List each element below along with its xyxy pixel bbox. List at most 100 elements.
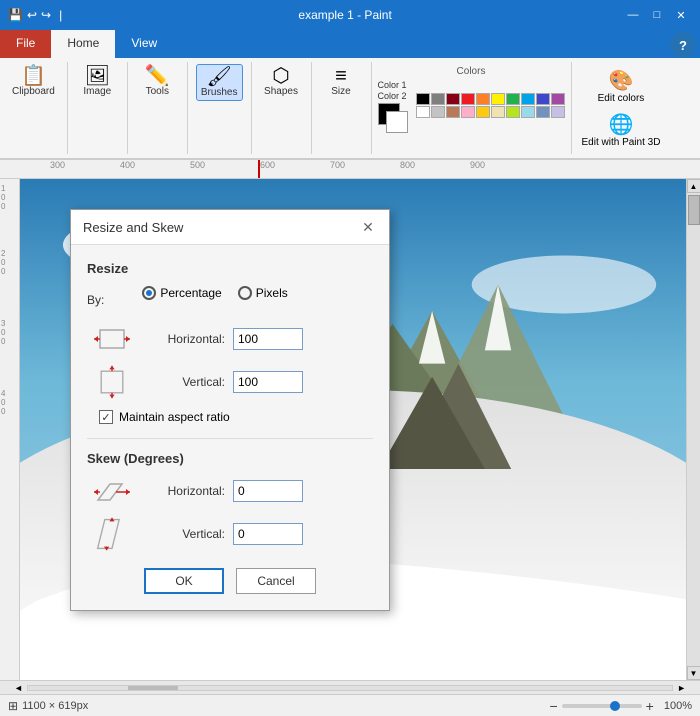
zoom-thumb[interactable] — [610, 701, 620, 711]
tools-button[interactable]: ✏️ Tools — [141, 64, 174, 99]
tab-file[interactable]: File — [0, 30, 51, 58]
ribbon-content: 📋 Clipboard 🖼 Image ✏️ Tools — [0, 58, 700, 159]
color-swatches-grid — [416, 93, 565, 120]
tools-label: Tools — [146, 86, 169, 97]
color1-label: Color 1 — [378, 80, 408, 90]
ribbon-group-size: ≡ Size — [312, 62, 372, 154]
size-button[interactable]: ≡ Size — [327, 64, 354, 99]
color-swatch-16[interactable] — [506, 106, 520, 118]
tab-view[interactable]: View — [115, 30, 173, 58]
edit-paint3d-button[interactable]: 🌐 Edit with Paint 3D — [578, 110, 665, 150]
selected-colors: Color 1 Color 2 — [378, 80, 408, 133]
h-scroll-track[interactable] — [27, 685, 673, 691]
zoom-minus-button[interactable]: − — [549, 698, 557, 714]
ribbon-group-tools: ✏️ Tools — [128, 62, 188, 154]
scroll-track[interactable] — [687, 193, 700, 666]
color2-label: Color 2 — [378, 91, 408, 101]
color2-box[interactable] — [386, 111, 408, 133]
horizontal-ruler: 300 400 500 600 700 800 900 — [0, 159, 700, 179]
maintain-aspect-row: ✓ Maintain aspect ratio — [99, 410, 373, 424]
resize-vertical-input[interactable] — [233, 371, 303, 393]
cancel-button[interactable]: Cancel — [236, 568, 316, 594]
color-swatch-12[interactable] — [446, 106, 460, 118]
resize-radio-group: Percentage Pixels — [142, 286, 287, 300]
horizontal-scrollbar[interactable]: ◄ ► — [0, 680, 700, 694]
tab-home[interactable]: Home — [51, 30, 115, 58]
size-icon: ≡ — [335, 66, 347, 86]
close-button[interactable]: ✕ — [670, 4, 692, 26]
percentage-radio[interactable]: Percentage — [142, 286, 221, 300]
minimize-button[interactable]: — — [622, 4, 644, 26]
clipboard-button[interactable]: 📋 Clipboard — [8, 64, 59, 99]
ribbon: File Home View ? 📋 Clipboard 🖼 Image — [0, 30, 700, 159]
color-swatch-13[interactable] — [461, 106, 475, 118]
skew-horizontal-input[interactable] — [233, 480, 303, 502]
ruler-mark-400: 400 — [120, 160, 135, 170]
h-scroll-thumb[interactable] — [128, 686, 178, 690]
image-button[interactable]: 🖼 Image — [79, 64, 115, 99]
canvas-area[interactable]: Resize and Skew ✕ Resize By: Percentage — [20, 179, 686, 680]
dialog-close-button[interactable]: ✕ — [359, 218, 377, 236]
window-controls[interactable]: — □ ✕ — [622, 4, 692, 26]
status-dimensions: ⊞ 1100 × 619px — [8, 699, 88, 713]
color-swatch-7[interactable] — [521, 93, 535, 105]
color-swatch-5[interactable] — [491, 93, 505, 105]
color-swatch-17[interactable] — [521, 106, 535, 118]
by-label: By: — [87, 293, 104, 307]
resize-h-icon-container — [87, 324, 137, 354]
color-controls: Color 1 Color 2 — [378, 80, 565, 133]
brushes-button[interactable]: 🖌 Brushes — [196, 64, 243, 101]
vertical-scrollbar[interactable]: ▲ ▼ — [686, 179, 700, 680]
skew-horizontal-label: Horizontal: — [145, 484, 225, 498]
resize-horizontal-icon — [92, 324, 132, 354]
ruler-mark-900: 900 — [470, 160, 485, 170]
ok-button[interactable]: OK — [144, 568, 224, 594]
skew-section-label: Skew (Degrees) — [87, 451, 373, 466]
help-button[interactable]: ? — [670, 32, 696, 58]
scroll-thumb[interactable] — [688, 195, 700, 225]
ruler-mark-600: 600 — [260, 160, 275, 170]
resize-by-row: By: Percentage Pixels — [87, 286, 373, 314]
zoom-slider[interactable] — [562, 704, 642, 708]
color-swatch-11[interactable] — [431, 106, 445, 118]
color-swatch-10[interactable] — [416, 106, 430, 118]
quick-access-toolbar[interactable]: 💾 ↩ ↪ — [8, 8, 51, 22]
scroll-down-button[interactable]: ▼ — [687, 666, 700, 680]
color-swatch-2[interactable] — [446, 93, 460, 105]
color-swatch-9[interactable] — [551, 93, 565, 105]
clipboard-label: Clipboard — [12, 86, 55, 97]
redo-icon[interactable]: ↪ — [41, 8, 51, 22]
ribbon-group-clipboard: 📋 Clipboard — [0, 62, 68, 154]
dialog-body: Resize By: Percentage Pixels — [71, 245, 389, 610]
color-swatch-4[interactable] — [476, 93, 490, 105]
color-swatch-3[interactable] — [461, 93, 475, 105]
color-swatch-19[interactable] — [551, 106, 565, 118]
zoom-value: 100% — [664, 700, 692, 712]
skew-horizontal-icon — [92, 476, 132, 506]
skew-vertical-input[interactable] — [233, 523, 303, 545]
save-icon[interactable]: 💾 — [8, 8, 23, 22]
main-area: 100 200 300 400 — [0, 179, 700, 680]
skew-v-icon-container — [87, 516, 137, 552]
colors-section-label: Colors — [378, 66, 565, 77]
maintain-aspect-checkbox[interactable]: ✓ — [99, 410, 113, 424]
scroll-left-button[interactable]: ◄ — [14, 683, 23, 693]
scroll-up-button[interactable]: ▲ — [687, 179, 700, 193]
pixels-radio[interactable]: Pixels — [238, 286, 288, 300]
scroll-right-button[interactable]: ► — [677, 683, 686, 693]
maximize-button[interactable]: □ — [646, 4, 668, 26]
zoom-plus-button[interactable]: + — [646, 698, 654, 714]
undo-icon[interactable]: ↩ — [27, 8, 37, 22]
edit-colors-button[interactable]: 🎨 Edit colors — [594, 66, 649, 106]
color-swatch-14[interactable] — [476, 106, 490, 118]
color-swatch-1[interactable] — [431, 93, 445, 105]
color-swatch-8[interactable] — [536, 93, 550, 105]
resize-horizontal-input[interactable] — [233, 328, 303, 350]
color-swatch-18[interactable] — [536, 106, 550, 118]
color-swatch-6[interactable] — [506, 93, 520, 105]
color-swatch-0[interactable] — [416, 93, 430, 105]
title-separator: | — [59, 8, 62, 22]
status-zoom: − + 100% — [549, 698, 692, 714]
color-swatch-15[interactable] — [491, 106, 505, 118]
shapes-button[interactable]: ⬡ Shapes — [260, 64, 302, 99]
